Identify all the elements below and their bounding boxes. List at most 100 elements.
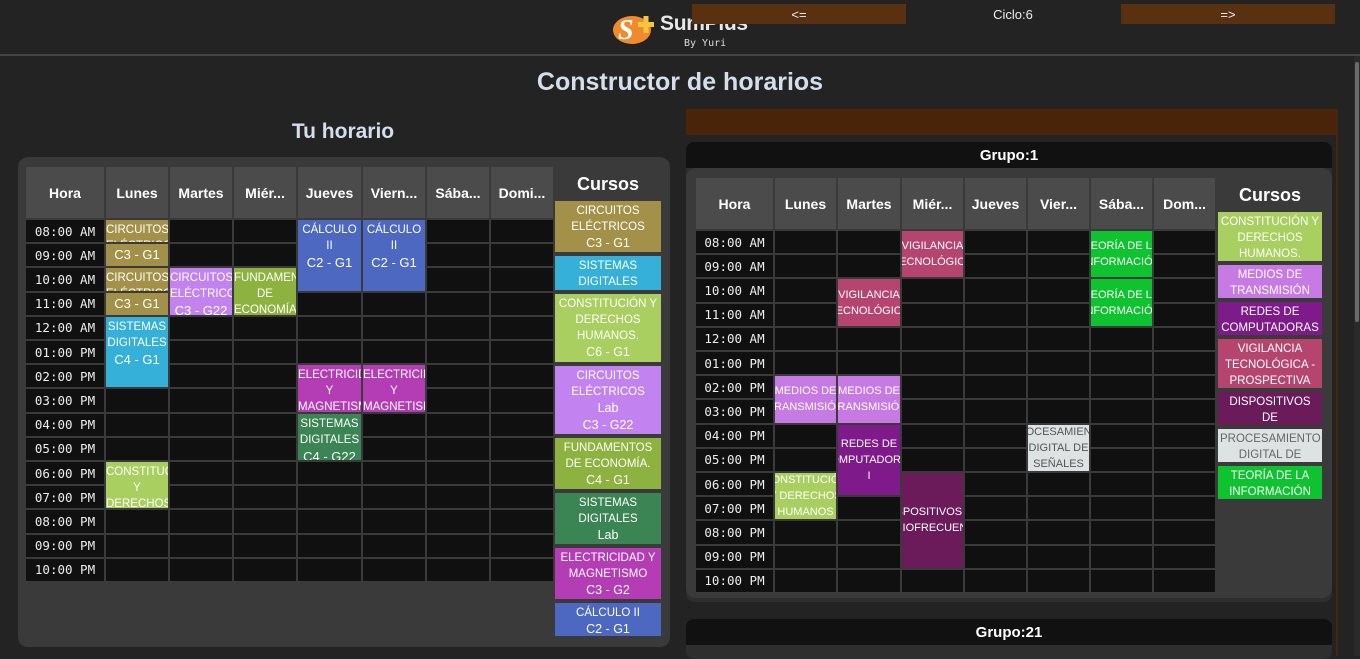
schedule-cell[interactable] (1091, 545, 1152, 568)
schedule-cell[interactable] (1091, 497, 1152, 520)
schedule-cell[interactable] (1028, 569, 1089, 592)
schedule-cell[interactable] (427, 365, 489, 388)
schedule-cell[interactable] (427, 462, 489, 485)
schedule-cell[interactable] (234, 220, 296, 243)
schedule-cell[interactable] (427, 437, 489, 460)
schedule-cell[interactable] (1091, 376, 1152, 399)
course-legend-item[interactable]: DISPOSITIVOS DE RADIOFRECUENCIA (1218, 392, 1322, 425)
schedule-cell[interactable] (363, 534, 425, 557)
schedule-cell[interactable] (1154, 255, 1215, 278)
course-block[interactable]: ELECTRICIDAD Y MAGNETISMOC3 - G2 (363, 365, 425, 412)
schedule-cell[interactable] (170, 558, 232, 581)
schedule-cell[interactable] (1154, 376, 1215, 399)
course-block[interactable]: TEORÍA DE LA INFORMACIÓN (1091, 231, 1152, 278)
schedule-cell[interactable] (363, 462, 425, 485)
schedule-cell[interactable] (298, 534, 361, 557)
schedule-cell[interactable] (427, 486, 489, 509)
schedule-cell[interactable] (170, 316, 232, 339)
course-legend-item[interactable]: FUNDAMENTOS DE ECONOMÍA. C4 - G1 (555, 438, 661, 489)
schedule-cell[interactable] (1091, 327, 1152, 350)
schedule-cell[interactable] (234, 316, 296, 339)
schedule-cell[interactable] (106, 389, 168, 412)
schedule-cell[interactable] (902, 352, 963, 375)
schedule-cell[interactable] (1154, 352, 1215, 375)
course-block[interactable]: ELECTRICIDAD Y MAGNETISMOC3 - G2 (298, 365, 361, 412)
schedule-cell[interactable] (234, 486, 296, 509)
schedule-cell[interactable] (363, 292, 425, 315)
schedule-cell[interactable] (1028, 400, 1089, 423)
schedule-cell[interactable] (427, 510, 489, 533)
schedule-cell[interactable] (902, 448, 963, 471)
course-legend-item[interactable]: SISTEMAS DIGITALESLabC4 - G22 (555, 493, 661, 544)
schedule-cell[interactable] (491, 486, 553, 509)
schedule-cell[interactable] (775, 279, 836, 302)
course-legend-item[interactable]: TEORÍA DE LA INFORMACIÓN (1218, 466, 1322, 499)
schedule-cell[interactable] (965, 327, 1026, 350)
course-legend-item[interactable]: REDES DE COMPUTADORAS I (1218, 302, 1322, 335)
schedule-cell[interactable] (234, 558, 296, 581)
schedule-cell[interactable] (298, 510, 361, 533)
schedule-cell[interactable] (1154, 448, 1215, 471)
group-title[interactable]: Grupo:21 (686, 619, 1332, 645)
schedule-cell[interactable] (775, 352, 836, 375)
schedule-cell[interactable] (1028, 497, 1089, 520)
schedule-cell[interactable] (363, 558, 425, 581)
schedule-cell[interactable] (427, 220, 489, 243)
schedule-cell[interactable] (1154, 521, 1215, 544)
schedule-cell[interactable] (170, 220, 232, 243)
course-legend-item[interactable]: VIGILANCIA TECNOLÓGICA - PROSPECTIVA (1218, 339, 1322, 388)
schedule-cell[interactable] (1154, 279, 1215, 302)
schedule-cell[interactable] (491, 462, 553, 485)
schedule-cell[interactable] (106, 510, 168, 533)
schedule-cell[interactable] (363, 510, 425, 533)
schedule-cell[interactable] (363, 437, 425, 460)
schedule-cell[interactable] (234, 510, 296, 533)
schedule-cell[interactable] (1154, 303, 1215, 326)
schedule-cell[interactable] (170, 486, 232, 509)
schedule-cell[interactable] (298, 558, 361, 581)
schedule-cell[interactable] (965, 231, 1026, 254)
schedule-cell[interactable] (427, 292, 489, 315)
schedule-cell[interactable] (902, 327, 963, 350)
schedule-cell[interactable] (902, 376, 963, 399)
course-legend-item[interactable]: PROCESAMIENTO DIGITAL DE SEÑALES (1218, 429, 1322, 462)
schedule-cell[interactable] (965, 303, 1026, 326)
schedule-cell[interactable] (491, 558, 553, 581)
schedule-cell[interactable] (775, 569, 836, 592)
schedule-cell[interactable] (775, 255, 836, 278)
schedule-cell[interactable] (427, 534, 489, 557)
schedule-cell[interactable] (775, 521, 836, 544)
schedule-cell[interactable] (363, 341, 425, 364)
schedule-cell[interactable] (298, 486, 361, 509)
course-block[interactable]: VIGILANCIA TECNOLÓGICA (838, 279, 900, 326)
course-block[interactable]: CONSTITUCIÓN Y DERECHOS HUMANOS (775, 473, 836, 520)
schedule-cell[interactable] (427, 268, 489, 291)
course-block[interactable]: SISTEMAS DIGITALES C4 - G22 (298, 413, 361, 460)
schedule-cell[interactable] (775, 545, 836, 568)
schedule-cell[interactable] (902, 569, 963, 592)
schedule-cell[interactable] (965, 376, 1026, 399)
schedule-cell[interactable] (838, 569, 900, 592)
schedule-cell[interactable] (234, 462, 296, 485)
course-block[interactable]: REDES DE COMPUTADORAS I (838, 424, 900, 496)
schedule-cell[interactable] (298, 341, 361, 364)
schedule-cell[interactable] (1091, 424, 1152, 447)
schedule-cell[interactable] (170, 510, 232, 533)
schedule-cell[interactable] (170, 413, 232, 436)
schedule-cell[interactable] (106, 413, 168, 436)
course-block[interactable]: FUNDAMENTOS DE ECONOMÍAC4 - G1 (234, 268, 296, 315)
course-block[interactable]: CIRCUITOS ELÉCTRICOS (106, 268, 168, 291)
schedule-cell[interactable] (106, 534, 168, 557)
schedule-cell[interactable] (170, 244, 232, 267)
schedule-cell[interactable] (427, 413, 489, 436)
schedule-cell[interactable] (106, 437, 168, 460)
schedule-cell[interactable] (902, 424, 963, 447)
course-block[interactable]: CIRCUITOS ELÉCTRICOS C3 - G22 (170, 268, 232, 315)
schedule-cell[interactable] (1154, 400, 1215, 423)
schedule-cell[interactable] (1028, 327, 1089, 350)
schedule-cell[interactable] (902, 400, 963, 423)
schedule-cell[interactable] (363, 486, 425, 509)
schedule-cell[interactable] (1091, 569, 1152, 592)
schedule-cell[interactable] (1028, 352, 1089, 375)
schedule-cell[interactable] (1154, 545, 1215, 568)
